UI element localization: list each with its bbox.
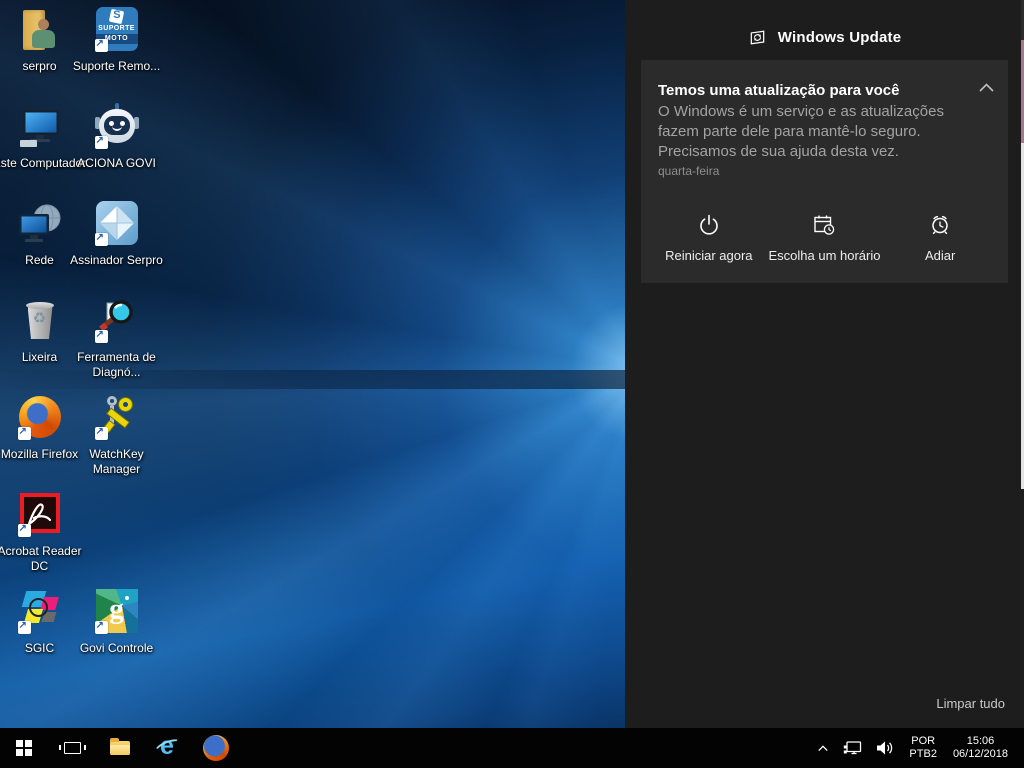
desktop-icon-aciona-govi[interactable]: ACIONA GOVI bbox=[78, 103, 155, 171]
power-icon bbox=[696, 212, 722, 238]
system-tray: POR PTB2 15:06 06/12/2018 bbox=[810, 728, 1024, 768]
desktop-icon-label: ACIONA GOVI bbox=[69, 156, 165, 171]
desktop-icon-assinador-serpro[interactable]: Assinador Serpro bbox=[78, 200, 155, 268]
snooze-button[interactable]: Adiar bbox=[882, 206, 998, 269]
desktop-icon-ferramenta-diagnostico[interactable]: Ferramenta de Diagnó... bbox=[78, 297, 155, 380]
firefox-icon bbox=[203, 735, 229, 761]
action-center-panel: Windows Update Temos uma atualização par… bbox=[625, 0, 1024, 728]
shortcut-arrow-icon bbox=[95, 427, 108, 440]
magnifier-icon bbox=[93, 297, 141, 345]
desktop-icon-label: WatchKey Manager bbox=[69, 447, 165, 477]
desktop-icon-label: Assinador Serpro bbox=[69, 253, 165, 268]
acrobat-icon bbox=[16, 491, 64, 539]
desktop-icon-suporte-remoto[interactable]: S SUPORTE MOTO Suporte Remo... bbox=[78, 6, 155, 74]
shortcut-arrow-icon bbox=[18, 621, 31, 634]
windows-logo-icon bbox=[16, 740, 32, 756]
start-button[interactable] bbox=[0, 728, 48, 768]
shortcut-arrow-icon bbox=[95, 233, 108, 246]
shortcut-arrow-icon bbox=[18, 427, 31, 440]
desktop-icon-serpro[interactable]: serpro bbox=[1, 6, 78, 74]
desktop-icon-govi-controle[interactable]: g Govi Controle bbox=[78, 588, 155, 656]
notification-group-header: Windows Update bbox=[625, 0, 1024, 47]
desktop-icon-label: Acrobat Reader DC bbox=[0, 544, 88, 574]
desktop-icon-label: Govi Controle bbox=[69, 641, 165, 656]
internet-explorer-button[interactable]: e bbox=[144, 728, 192, 768]
shortcut-arrow-icon bbox=[95, 39, 108, 52]
speaker-icon bbox=[876, 740, 894, 756]
folder-icon bbox=[110, 741, 130, 755]
desktop-icon-firefox[interactable]: Mozilla Firefox bbox=[1, 394, 78, 462]
sgic-icon bbox=[16, 588, 64, 636]
volume-button[interactable] bbox=[869, 728, 901, 768]
calendar-clock-icon bbox=[811, 212, 837, 238]
shortcut-arrow-icon bbox=[95, 621, 108, 634]
desktop-icon-label: Suporte Remo... bbox=[69, 59, 165, 74]
keys-icon bbox=[93, 394, 141, 442]
network-globe-icon bbox=[16, 200, 64, 248]
desktop-icon-rede[interactable]: Rede bbox=[1, 200, 78, 268]
desktop-icon-lixeira[interactable]: ♻ Lixeira bbox=[1, 297, 78, 365]
group-title: Windows Update bbox=[778, 29, 902, 46]
shortcut-arrow-icon bbox=[95, 330, 108, 343]
computer-icon bbox=[16, 103, 64, 151]
shortcut-arrow-icon bbox=[95, 136, 108, 149]
notification-title: Temos uma atualização para você bbox=[658, 82, 900, 99]
clock[interactable]: 15:06 06/12/2018 bbox=[945, 735, 1016, 761]
govi-mosaic-icon: g bbox=[93, 588, 141, 636]
chevron-up-icon bbox=[817, 743, 829, 753]
alarm-clock-icon bbox=[927, 212, 953, 238]
desktop-icon-sgic[interactable]: SGIC bbox=[1, 588, 78, 656]
desktop-icon-watchkey[interactable]: WatchKey Manager bbox=[78, 394, 155, 477]
show-hidden-icons-button[interactable] bbox=[810, 728, 836, 768]
desktop-icon-label: Ferramenta de Diagnó... bbox=[69, 350, 165, 380]
notification-timestamp: quarta-feira bbox=[658, 164, 719, 178]
notification-card[interactable]: Temos uma atualização para você O Window… bbox=[641, 60, 1008, 283]
clear-all-link[interactable]: Limpar tudo bbox=[936, 696, 1005, 711]
language-indicator[interactable]: POR PTB2 bbox=[901, 735, 945, 761]
firefox-button[interactable] bbox=[192, 728, 240, 768]
desktop-icon-acrobat[interactable]: Acrobat Reader DC bbox=[1, 491, 78, 574]
task-view-button[interactable] bbox=[48, 728, 96, 768]
desktop-icon-este-computador[interactable]: Este Computador bbox=[1, 103, 78, 171]
internet-explorer-icon: e bbox=[155, 735, 181, 761]
remote-support-icon: S SUPORTE MOTO bbox=[93, 6, 141, 54]
restart-now-button[interactable]: Reiniciar agora bbox=[651, 206, 767, 269]
shortcut-arrow-icon bbox=[18, 524, 31, 537]
recycle-bin-icon: ♻ bbox=[16, 297, 64, 345]
task-view-icon bbox=[64, 742, 81, 754]
robot-icon bbox=[93, 103, 141, 151]
taskbar: e POR P bbox=[0, 728, 1024, 768]
network-status-button[interactable] bbox=[836, 728, 869, 768]
desktop-wallpaper: serpro S SUPORTE MOTO Suporte Remo... bbox=[0, 0, 625, 728]
firefox-icon bbox=[16, 394, 64, 442]
folder-user-icon bbox=[16, 6, 64, 54]
gem-tile-icon bbox=[93, 200, 141, 248]
ethernet-network-icon bbox=[843, 740, 862, 757]
collapse-chevron-icon[interactable] bbox=[978, 82, 995, 93]
file-explorer-button[interactable] bbox=[96, 728, 144, 768]
notification-body: O Windows é um serviço e as atualizações… bbox=[658, 102, 978, 162]
windows-update-icon bbox=[748, 28, 767, 47]
pick-time-button[interactable]: Escolha um horário bbox=[767, 206, 883, 269]
notification-actions: Reiniciar agora Escolha um horário bbox=[651, 206, 998, 269]
